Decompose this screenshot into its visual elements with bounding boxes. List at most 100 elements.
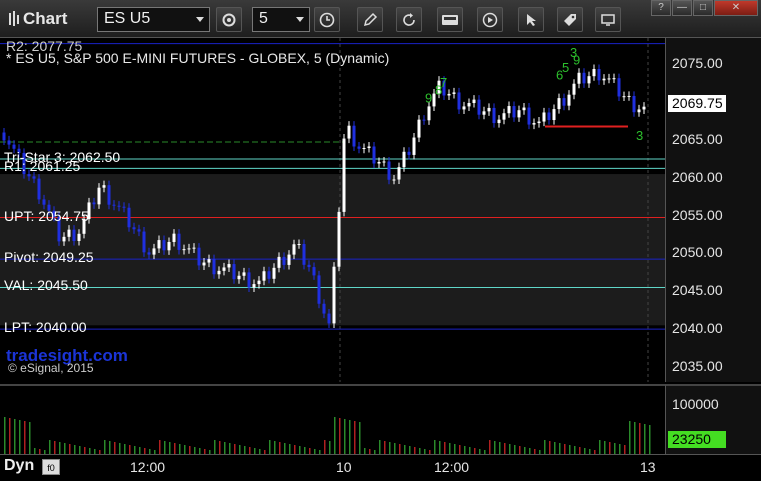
price-pane[interactable]: 98765393 R2: 2077.75 * ES U5, S&P 500 E-… bbox=[0, 38, 665, 382]
symbol-value: ES U5 bbox=[104, 10, 151, 27]
gear-icon bbox=[222, 13, 236, 26]
candle-body bbox=[77, 233, 81, 241]
volume-bar bbox=[64, 443, 66, 454]
volume-bar bbox=[339, 418, 341, 454]
calc-button[interactable] bbox=[437, 7, 463, 32]
volume-bar bbox=[194, 447, 196, 454]
volume-bar bbox=[74, 445, 76, 454]
link-button[interactable] bbox=[216, 7, 242, 32]
candle-body bbox=[327, 313, 331, 324]
candle-body bbox=[262, 271, 266, 281]
volume-bar bbox=[114, 442, 116, 454]
volume-bar bbox=[124, 444, 126, 454]
price-axis[interactable]: 2075.002070.002065.002060.002055.002050.… bbox=[665, 38, 761, 382]
minimize-button[interactable]: — bbox=[672, 0, 692, 16]
candle-body bbox=[527, 107, 531, 125]
volume-pane[interactable] bbox=[0, 384, 665, 454]
candle-body bbox=[267, 271, 271, 279]
candle-body bbox=[402, 151, 406, 168]
price-tick: 2040.00 bbox=[672, 320, 723, 337]
volume-bar bbox=[294, 445, 296, 454]
chevron-down-icon bbox=[296, 17, 304, 22]
symbol-selector[interactable]: ES U5 bbox=[97, 7, 210, 32]
volume-bar bbox=[609, 442, 611, 454]
candle-body bbox=[127, 207, 131, 228]
interval-mode-label[interactable]: Dyn bbox=[4, 457, 34, 475]
candle-body bbox=[522, 107, 526, 111]
candle-body bbox=[477, 99, 481, 115]
draw-button[interactable] bbox=[357, 7, 383, 32]
volume-bar bbox=[499, 442, 501, 454]
price-tick: 2065.00 bbox=[672, 131, 723, 148]
candle-body bbox=[557, 98, 561, 110]
candle-body bbox=[152, 248, 156, 255]
volume-bar bbox=[344, 419, 346, 454]
volume-bar bbox=[119, 443, 121, 454]
refresh-button[interactable] bbox=[396, 7, 422, 32]
volume-bar bbox=[434, 440, 436, 454]
candle-body bbox=[62, 236, 66, 242]
volume-bar bbox=[514, 445, 516, 454]
volume-bar bbox=[549, 441, 551, 454]
volume-bar bbox=[224, 442, 226, 454]
interval-selector[interactable]: 5 bbox=[252, 7, 310, 32]
volume-bar bbox=[219, 441, 221, 454]
play-button[interactable] bbox=[477, 7, 503, 32]
volume-bar bbox=[159, 440, 161, 454]
count-label: 7 bbox=[440, 75, 447, 90]
volume-bar bbox=[229, 443, 231, 454]
screen-button[interactable] bbox=[595, 7, 621, 32]
candle-body bbox=[397, 167, 401, 180]
candle-body bbox=[342, 138, 346, 212]
level-label: Pivot: 2049.25 bbox=[4, 249, 94, 266]
candle-body bbox=[487, 107, 491, 112]
candle-body bbox=[117, 205, 121, 207]
candle-body bbox=[382, 161, 386, 163]
candle-body bbox=[497, 119, 501, 124]
candle-body bbox=[462, 106, 466, 110]
volume-bar bbox=[504, 443, 506, 454]
volume-bar bbox=[644, 424, 646, 454]
candle-body bbox=[532, 123, 536, 125]
tag-button[interactable] bbox=[557, 7, 583, 32]
candle-body bbox=[27, 174, 31, 177]
level-label: LPT: 2040.00 bbox=[4, 319, 87, 336]
volume-chart bbox=[4, 417, 651, 454]
volume-bar bbox=[9, 418, 11, 454]
candle-body bbox=[627, 95, 631, 97]
maximize-button[interactable]: □ bbox=[693, 0, 713, 16]
candle-body bbox=[517, 110, 521, 118]
volume-bar bbox=[104, 440, 106, 454]
time-axis[interactable]: Dyn f0 12:00 10 12:00 13 bbox=[0, 454, 761, 481]
candle-body bbox=[482, 111, 486, 115]
close-button[interactable]: ✕ bbox=[714, 0, 758, 16]
pencil-icon bbox=[363, 12, 378, 26]
volume-bar bbox=[109, 441, 111, 454]
candle-body bbox=[187, 248, 191, 250]
volume-bar bbox=[249, 447, 251, 454]
window-title: Chart bbox=[8, 9, 67, 29]
candle-body bbox=[212, 259, 216, 275]
volume-bar bbox=[559, 443, 561, 454]
volume-bar bbox=[359, 422, 361, 454]
volume-bar bbox=[189, 446, 191, 454]
volume-bar bbox=[524, 447, 526, 454]
cursor-button[interactable] bbox=[518, 7, 544, 32]
volume-bar bbox=[184, 445, 186, 454]
volume-bar bbox=[384, 441, 386, 454]
candle-body bbox=[452, 92, 456, 94]
help-button[interactable]: ? bbox=[651, 0, 671, 16]
candle-body bbox=[247, 272, 251, 288]
volume-bar bbox=[354, 421, 356, 454]
candle-body bbox=[427, 106, 431, 121]
candle-body bbox=[547, 112, 551, 121]
volume-bar bbox=[289, 444, 291, 454]
clock-button[interactable] bbox=[314, 7, 340, 32]
candle-body bbox=[147, 252, 151, 255]
volume-axis[interactable]: 100000 23250 bbox=[665, 384, 761, 454]
volume-bar bbox=[299, 446, 301, 454]
level-label: UPT: 2054.75 bbox=[4, 207, 89, 224]
candle-body bbox=[162, 240, 166, 251]
candle-body bbox=[472, 99, 476, 104]
fo-icon[interactable]: f0 bbox=[42, 459, 60, 475]
